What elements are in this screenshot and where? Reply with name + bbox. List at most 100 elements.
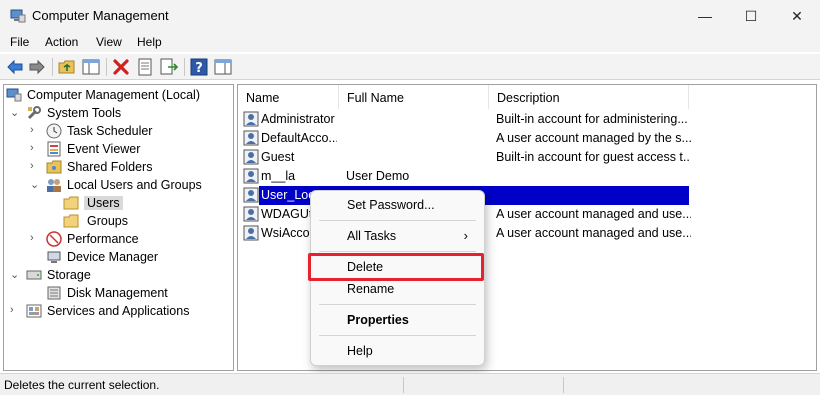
ctx-label: All Tasks (347, 229, 397, 243)
cell-description: Built-in account for guest access t... (496, 150, 691, 164)
menu-help[interactable]: Help (137, 35, 162, 49)
ctx-rename[interactable]: Rename (311, 278, 484, 300)
user-icon (243, 206, 259, 222)
table-row[interactable]: m__la User Demo (238, 167, 816, 186)
cell-description: A user account managed and use... (496, 226, 691, 240)
tree-label: System Tools (47, 106, 122, 120)
menu-separator (319, 304, 476, 305)
tree-label: Disk Management (67, 286, 168, 300)
folder-icon (63, 214, 79, 228)
svg-text:?: ? (195, 61, 203, 76)
minimize-button[interactable]: — (682, 0, 728, 32)
menu-file[interactable]: File (10, 35, 29, 49)
tree-label: Performance (67, 232, 139, 246)
forward-arrow-icon[interactable] (28, 58, 46, 76)
toolbar-separator (106, 58, 107, 76)
tree-label: Shared Folders (67, 160, 153, 174)
status-divider (563, 377, 564, 393)
user-icon (243, 187, 259, 203)
chevron-right-icon[interactable]: › (30, 124, 40, 136)
tree-label: Storage (47, 268, 91, 282)
export-list-icon[interactable] (160, 58, 178, 76)
properties-icon[interactable] (136, 58, 154, 76)
computer-management-icon (10, 9, 26, 23)
close-button[interactable]: ✕ (774, 0, 820, 32)
tree-label: Local Users and Groups (67, 178, 202, 192)
user-icon (243, 111, 259, 127)
status-divider (403, 377, 404, 393)
submenu-arrow-icon: › (463, 228, 468, 243)
cell-name: m__la (261, 169, 296, 183)
maximize-button[interactable]: ☐ (728, 0, 774, 32)
menu-view[interactable]: View (96, 35, 122, 49)
status-bar: Deletes the current selection. (0, 373, 820, 395)
clock-icon (46, 123, 62, 139)
users-group-icon (47, 179, 61, 192)
disk-icon (47, 286, 61, 300)
tree-label: Event Viewer (67, 142, 141, 156)
ctx-properties[interactable]: Properties (311, 309, 484, 331)
tree-label: Computer Management (Local) (27, 88, 200, 102)
back-arrow-icon[interactable] (6, 58, 24, 76)
title-bar: Computer Management — ☐ ✕ (0, 0, 820, 32)
services-icon (26, 304, 42, 318)
ctx-label: Rename (347, 282, 395, 296)
window-title: Computer Management (32, 8, 169, 23)
ctx-set-password[interactable]: Set Password... (311, 194, 484, 216)
column-header-description[interactable]: Description (489, 85, 689, 109)
toolbar: ? (0, 54, 820, 80)
toolbar-separator (52, 58, 53, 76)
up-folder-icon[interactable] (58, 58, 76, 76)
tree-label: Device Manager (67, 250, 159, 264)
ctx-label: Set Password... (347, 198, 435, 212)
chevron-down-icon[interactable]: ⌄ (10, 268, 20, 281)
ctx-label: Help (347, 344, 373, 358)
shared-folder-icon (46, 160, 62, 174)
status-text: Deletes the current selection. (4, 378, 160, 392)
help-icon[interactable]: ? (190, 58, 208, 76)
device-manager-icon (47, 251, 61, 263)
toolbar-separator (184, 58, 185, 76)
chevron-down-icon[interactable]: ⌄ (30, 178, 40, 191)
folder-icon (63, 196, 79, 210)
cell-description: A user account managed by the s... (496, 131, 691, 145)
console-tree: Computer Management (Local) ⌄ System Too… (3, 84, 234, 371)
cell-name: DefaultAcco... (261, 131, 337, 145)
column-header-name[interactable]: Name (238, 85, 339, 109)
column-header-full-name[interactable]: Full Name (339, 85, 489, 109)
chevron-right-icon[interactable]: › (30, 232, 40, 244)
tree-label: Groups (87, 214, 128, 228)
cell-name: Guest (261, 150, 295, 164)
tree-label: Task Scheduler (67, 124, 153, 138)
table-row[interactable]: Administrator Built-in account for admin… (238, 110, 816, 129)
action-pane-icon[interactable] (214, 58, 232, 76)
chevron-down-icon[interactable]: ⌄ (10, 106, 20, 119)
menu-separator (319, 335, 476, 336)
storage-icon (26, 270, 42, 280)
event-viewer-icon (47, 141, 61, 157)
cell-full-name: User Demo (346, 169, 410, 183)
table-row[interactable]: DefaultAcco... A user account managed by… (238, 129, 816, 148)
table-row[interactable]: Guest Built-in account for guest access … (238, 148, 816, 167)
ctx-all-tasks[interactable]: All Tasks › (311, 225, 484, 247)
ctx-label: Properties (347, 313, 409, 327)
cell-description: A user account managed and use... (496, 207, 691, 221)
system-tools-icon (27, 106, 41, 120)
chevron-right-icon[interactable]: › (30, 142, 40, 154)
user-icon (243, 149, 259, 165)
ctx-help[interactable]: Help (311, 340, 484, 362)
tree-label: Users (84, 196, 123, 210)
cell-name: Administrator (261, 112, 335, 126)
tree-label: Services and Applications (47, 304, 190, 318)
menu-separator (319, 251, 476, 252)
show-hide-tree-icon[interactable] (82, 58, 100, 76)
chevron-right-icon[interactable]: › (10, 304, 20, 316)
computer-management-icon (6, 88, 22, 102)
performance-icon (46, 231, 62, 247)
menu-action[interactable]: Action (45, 35, 78, 49)
menu-separator (319, 220, 476, 221)
delete-icon[interactable] (112, 58, 130, 76)
chevron-right-icon[interactable]: › (30, 160, 40, 172)
delete-highlight-box (308, 253, 484, 281)
user-icon (243, 130, 259, 146)
